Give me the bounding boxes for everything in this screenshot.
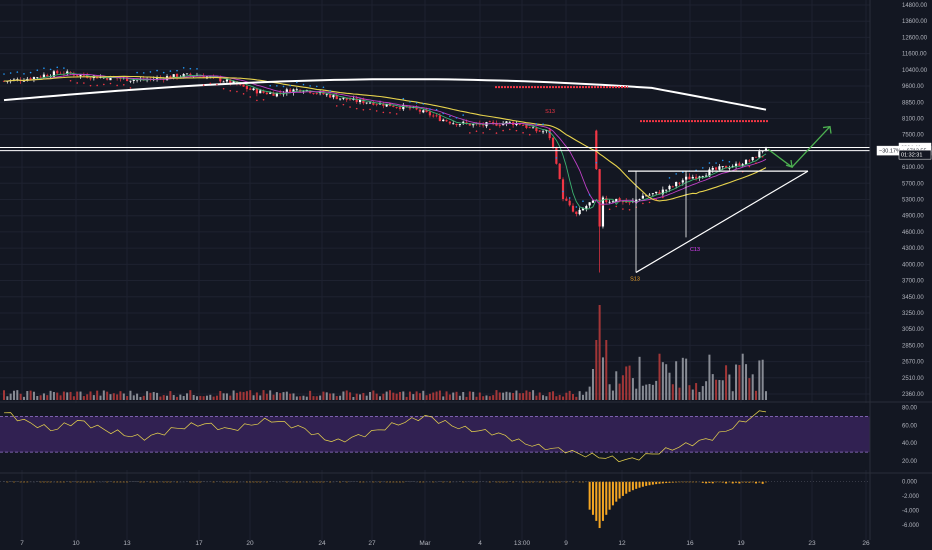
time-tick-label: 9	[564, 540, 568, 547]
price-tick-label: 2850.00	[902, 343, 924, 349]
rsi-band	[0, 416, 870, 453]
price-tick-label: 5700.00	[902, 181, 924, 187]
price-tick-label: 7500.00	[902, 133, 924, 139]
time-tick-label: 27	[368, 540, 376, 547]
time-tick-label: 23	[808, 540, 816, 547]
osc-tick-label: 0.000	[902, 480, 918, 486]
rsi-tick-label: 40.00	[902, 441, 918, 447]
candle	[561, 177, 565, 202]
price-axis-label: 01:32:31	[898, 149, 932, 160]
chart-window: 14800.00 13600.00 12600.00 11600.00 10400.00…	[0, 0, 932, 550]
price-tick-label: 3050.00	[902, 327, 924, 333]
price-tick-label: 9600.00	[902, 84, 924, 90]
annotation-label: S13	[545, 109, 555, 115]
time-tick-label: 4	[478, 540, 482, 547]
rsi-tick-label: 80.00	[902, 405, 918, 411]
osc-tick-label: -2.000	[902, 494, 920, 500]
price-tick-label: 12600.00	[902, 35, 928, 41]
price-tick-label: 11600.00	[902, 52, 927, 58]
price-tick-label: 4000.00	[902, 262, 924, 268]
time-tick-label: 10	[72, 540, 80, 547]
price-tick-label: 5300.00	[902, 198, 924, 204]
time-tick-label: 16	[686, 540, 694, 547]
price-tick-label: 2670.00	[902, 360, 924, 366]
price-tick-label: 3450.00	[902, 295, 924, 301]
time-tick-label: 20	[246, 540, 254, 547]
time-tick-label: 19	[737, 540, 745, 547]
annotation-label: C13	[690, 247, 700, 253]
candle	[558, 163, 561, 180]
price-tick-label: 4300.00	[902, 246, 924, 252]
time-tick-label: 24	[318, 540, 326, 547]
time-tick-label: Mar	[419, 540, 431, 547]
osc-tick-label: -4.000	[902, 508, 920, 514]
price-tick-label: 14800.00	[902, 3, 928, 9]
trading-chart[interactable]: 14800.00 13600.00 12600.00 11600.00 10400.00…	[0, 0, 932, 550]
candle	[591, 200, 595, 203]
time-tick-label: 13	[123, 540, 131, 547]
svg-text:01:32:31: 01:32:31	[901, 153, 922, 159]
time-tick-label: 12	[618, 540, 626, 547]
time-tick-label: 13:00	[514, 540, 531, 547]
price-tick-label: 2360.00	[902, 392, 924, 398]
price-tick-label: 8850.00	[902, 100, 924, 106]
osc-tick-label: -6.000	[902, 523, 920, 529]
price-tick-label: 4600.00	[902, 230, 924, 236]
time-tick-label: 7	[20, 540, 24, 547]
candle	[595, 129, 598, 171]
price-tick-label: 3250.00	[902, 311, 924, 317]
time-tick-label: 26	[862, 540, 870, 547]
rsi-tick-label: 20.00	[902, 459, 918, 465]
annotation-label: S13	[630, 277, 640, 283]
price-tick-label: 3700.00	[902, 279, 924, 285]
rsi-tick-label: 60.00	[902, 423, 918, 429]
price-tick-label: 4900.00	[902, 214, 924, 220]
candle	[555, 146, 558, 165]
price-tick-label: 6100.00	[902, 165, 924, 171]
price-tick-label: 13600.00	[902, 19, 928, 25]
price-tick-label: 10400.00	[902, 68, 928, 74]
price-tick-label: 8100.00	[902, 116, 924, 122]
time-tick-label: 17	[195, 540, 203, 547]
price-tick-label: 2510.00	[902, 376, 924, 382]
